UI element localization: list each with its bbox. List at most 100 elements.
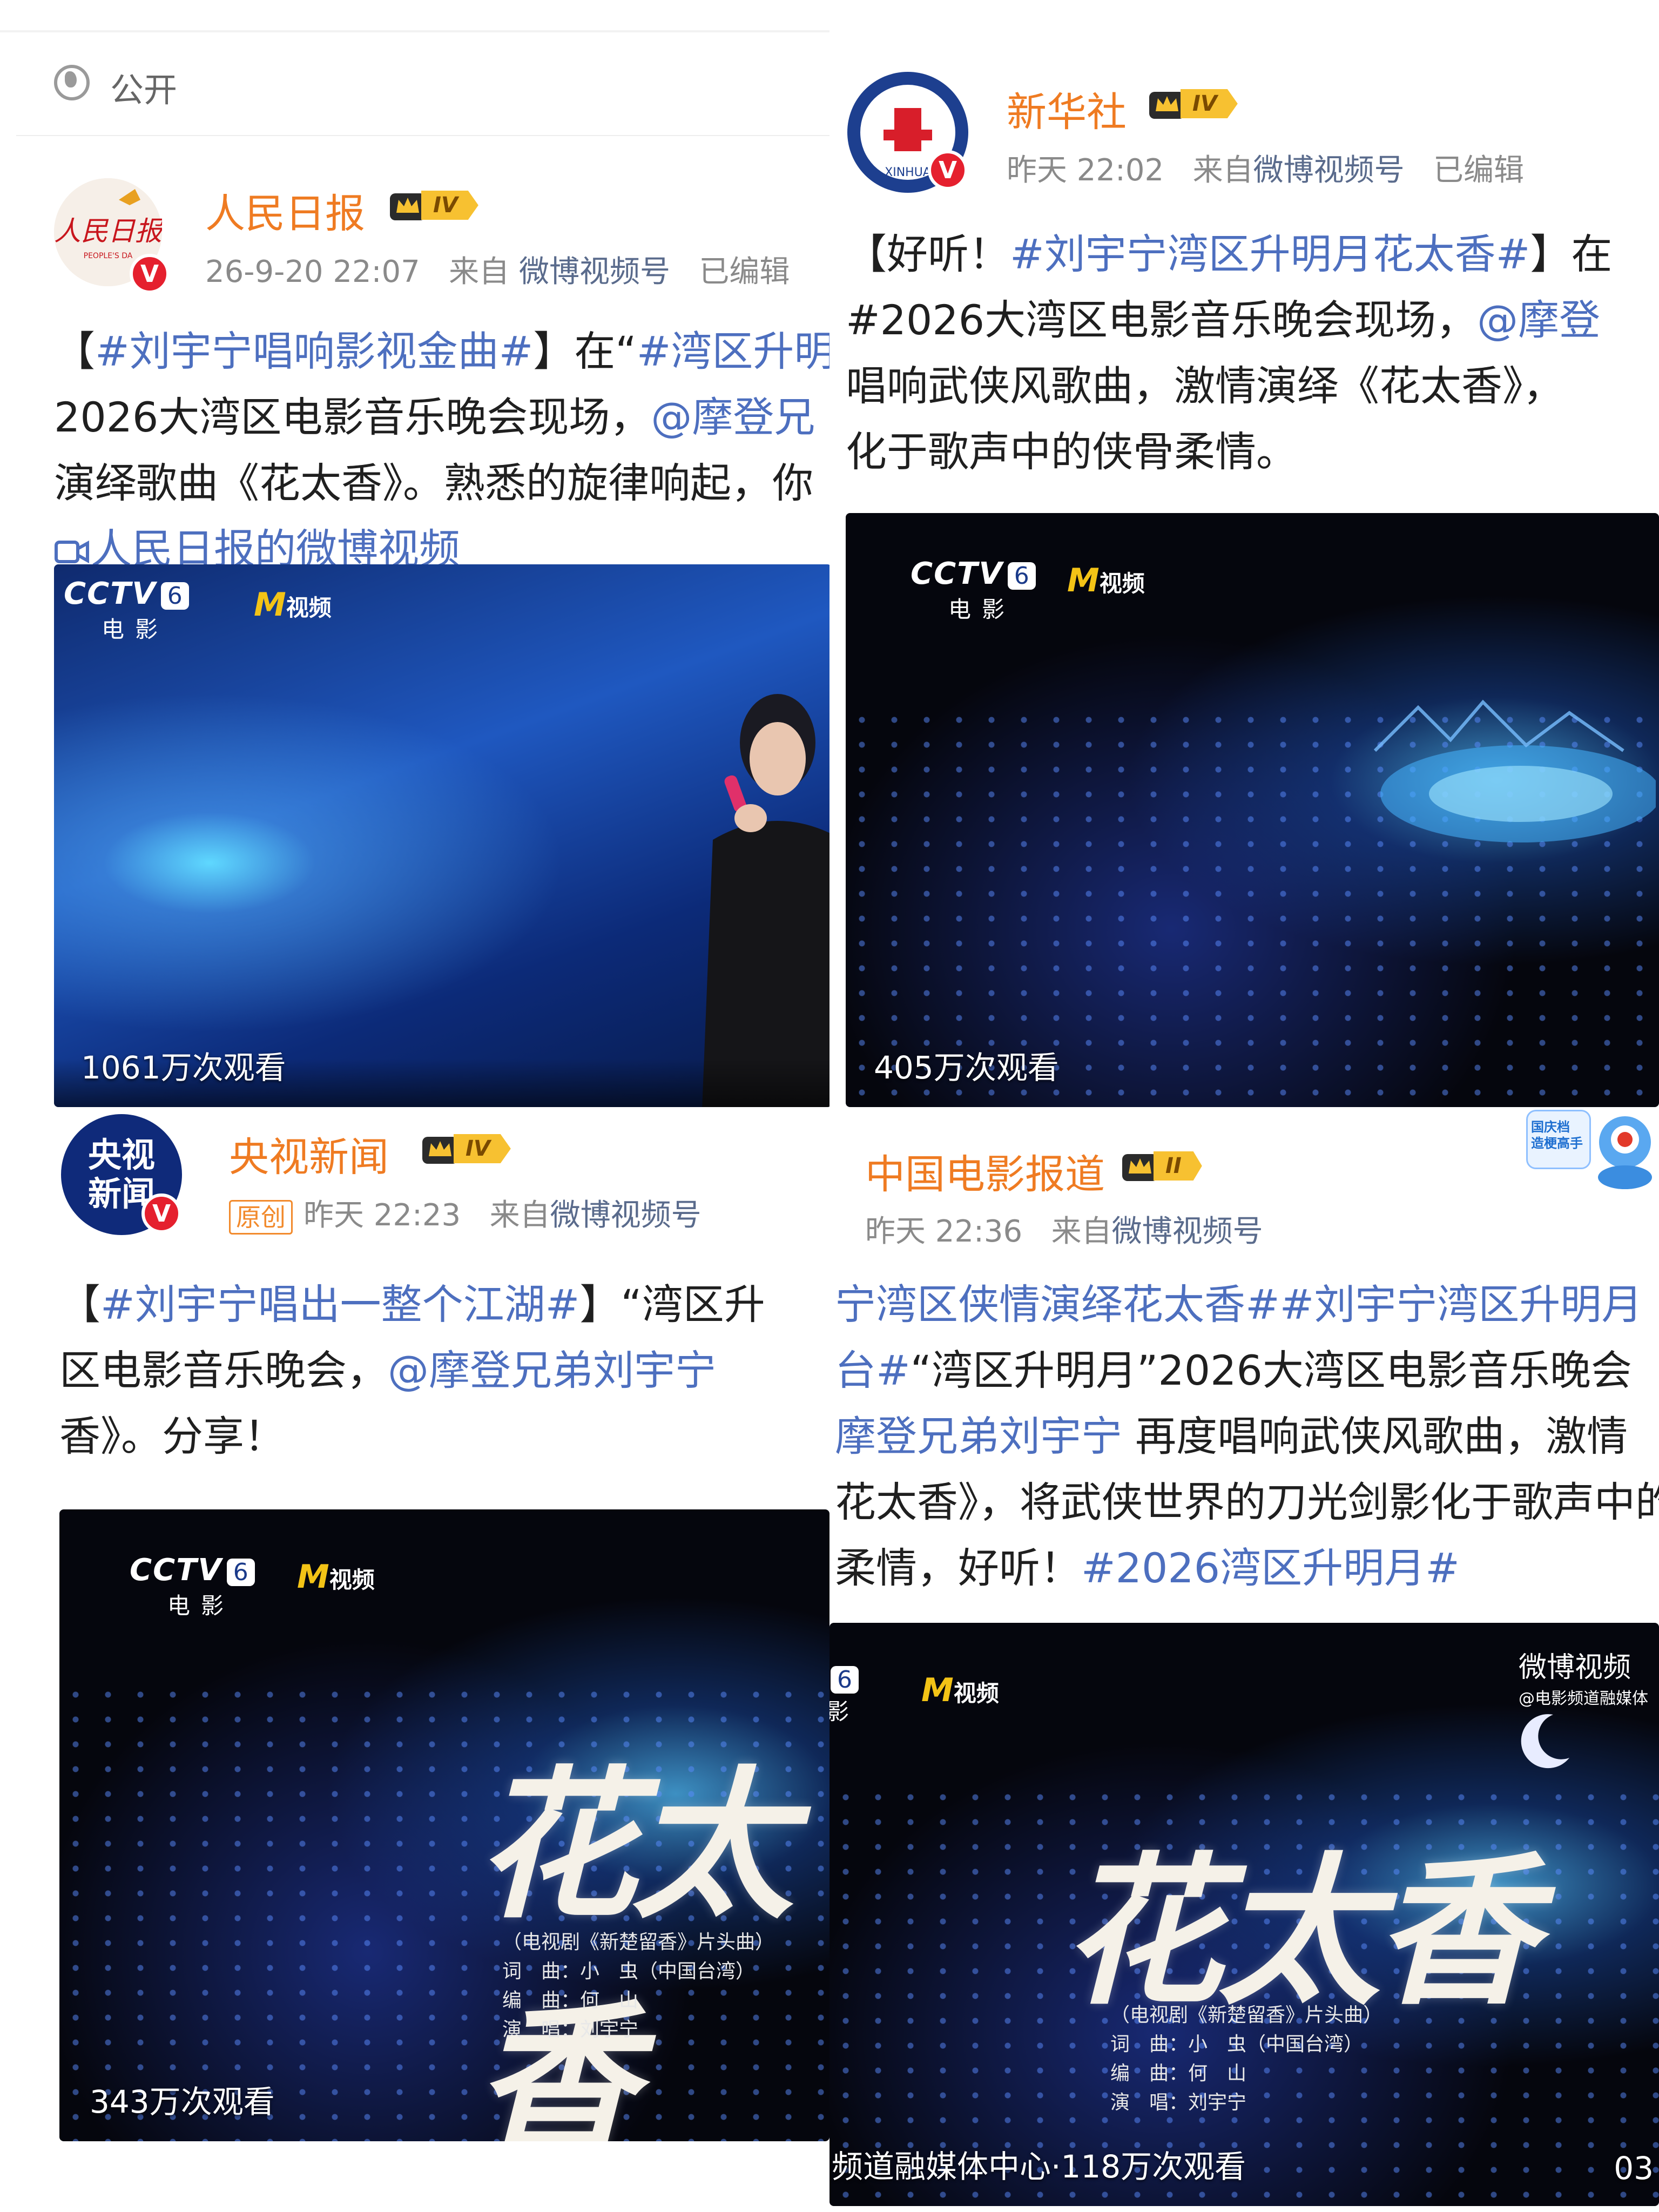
post-line: #2026大湾区电影音乐晚会现场，@摩登	[846, 296, 1601, 344]
hashtag-link[interactable]: #刘宇宁唱响影视金曲#	[95, 327, 533, 375]
mention-link[interactable]: @摩登	[1477, 296, 1600, 344]
sticker: 国庆档 造梗高手	[1526, 1110, 1659, 1191]
author-name[interactable]: 新华社	[1007, 80, 1127, 138]
post-line: 2026大湾区电影音乐晚会现场，@摩登兄	[54, 393, 815, 441]
source-link[interactable]: 微博视频号	[1253, 153, 1405, 188]
video-player[interactable]: 6 影 M视频 微博视频 @电影频道融媒体 花太香 （电视剧《新楚留香》片头曲）…	[830, 1623, 1659, 2206]
vip-badge: IV	[1148, 86, 1238, 121]
view-count: 频道融媒体中心·118万次观看	[832, 2148, 1246, 2185]
post-line: 花太香》，将武侠世界的刀光剑影化于歌声中的	[835, 1478, 1659, 1526]
video-player[interactable]: CCTV 6 电影 M视频 405万次观看	[846, 513, 1659, 1107]
avatar[interactable]: XINHUA V	[846, 70, 970, 194]
source-link[interactable]: 微博视频号	[519, 254, 670, 289]
cctv-logo: 6 影	[830, 1666, 860, 1725]
post-line: 【#刘宇宁唱响影视金曲#】在“#湾区升明	[54, 319, 830, 385]
hashtag-link[interactable]: 宁湾区侠情演绎花太香##刘宇宁湾区升明月	[835, 1272, 1659, 1338]
post-text: 【#刘宇宁唱出一整个江湖#】“湾区升 区电影音乐晚会，@摩登兄弟刘宇宁 香》。分…	[59, 1272, 765, 1469]
post-time: 昨天 22:36	[865, 1214, 1023, 1249]
cctv-logo: CCTV 6 电影	[130, 1553, 255, 1621]
post-line: 【好听！#刘宇宁湾区升明月花太香#】在	[846, 230, 1613, 278]
post-time: 昨天 22:02	[1007, 153, 1164, 188]
author-name[interactable]: 央视新闻	[229, 1125, 389, 1183]
m-video-logo: M视频	[297, 1558, 375, 1596]
singer-figure	[702, 694, 830, 1107]
view-count: 343万次观看	[90, 2083, 275, 2120]
original-badge: 原创	[229, 1199, 293, 1235]
mention-link[interactable]: @摩登兄	[651, 393, 815, 441]
post-line: 区电影音乐晚会，@摩登兄弟刘宇宁	[59, 1346, 716, 1394]
vip-badge: IV	[389, 188, 478, 222]
collage: 公开 人民日报 PEOPLE'S DA V 人民日报 IV 26-9-20 22…	[0, 0, 1659, 2212]
post-meta: 原创 昨天 22:23 来自微博视频号	[229, 1191, 702, 1235]
post-text: 宁湾区侠情演绎花太香##刘宇宁湾区升明月 台#“湾区升明月”2026大湾区电影音…	[835, 1272, 1659, 1601]
m-video-logo: M视频	[921, 1671, 999, 1709]
divider	[0, 30, 830, 32]
edited-label: 已编辑	[699, 254, 790, 289]
post-line: 柔情，好听！#2026湾区升明月#	[835, 1544, 1460, 1592]
post-meta: 昨天 22:36 来自微博视频号	[865, 1207, 1263, 1251]
mention-link[interactable]: @摩登兄弟刘宇宁	[388, 1346, 716, 1394]
cctv-logo: CCTV 6 电影	[64, 576, 189, 644]
vip-level: IV	[454, 1134, 511, 1163]
avatar[interactable]: 央视 新闻 V	[59, 1112, 184, 1237]
post-card-china-film-report[interactable]: 中国电影报道 II 国庆档 造梗高手 昨天 22:36 来自微博视频号 宁湾区侠…	[830, 1110, 1659, 2212]
crown-icon	[422, 1137, 458, 1164]
crown-icon	[1122, 1154, 1158, 1181]
mention-link[interactable]: 摩登兄弟刘宇宁	[835, 1412, 1122, 1460]
source-link[interactable]: 微博视频号	[1112, 1214, 1263, 1249]
verified-icon: V	[928, 150, 968, 190]
author-name[interactable]: 中国电影报道	[865, 1142, 1105, 1200]
m-video-logo: M视频	[254, 586, 332, 624]
post-text: 【好听！#刘宇宁湾区升明月花太香#】在 #2026大湾区电影音乐晚会现场，@摩登…	[846, 221, 1612, 485]
verified-icon: V	[130, 254, 170, 294]
post-card-cctv-news[interactable]: 央视 新闻 V 央视新闻 IV 原创 昨天 22:23 来自微博视频号 【#刘宇宁…	[0, 1110, 830, 2212]
hashtag-link[interactable]: 台#	[835, 1346, 911, 1394]
stage-graphic	[1373, 699, 1656, 842]
crescent-moon-icon	[1521, 1714, 1569, 1769]
author-name[interactable]: 人民日报	[205, 181, 365, 239]
m-video-logo: M视频	[1067, 562, 1145, 599]
avatar[interactable]: 人民日报 PEOPLE'S DA V	[54, 178, 170, 294]
song-credits: （电视剧《新楚留香》片头曲） 词 曲：小 虫（中国台湾） 编 曲：何 山 演 唱…	[502, 1931, 775, 2041]
divider	[16, 135, 830, 136]
post-text: 【#刘宇宁唱响影视金曲#】在“#湾区升明 2026大湾区电影音乐晚会现场，@摩登…	[54, 319, 830, 582]
vip-badge: II	[1121, 1149, 1202, 1183]
post-line: 台#“湾区升明月”2026大湾区电影音乐晚会	[835, 1346, 1632, 1394]
post-card-xinhua[interactable]: XINHUA V 新华社 IV 昨天 22:02 来自微博视频号 已编辑 【好听…	[830, 0, 1659, 1110]
view-count: 1061万次观看	[81, 1049, 286, 1086]
source-prefix: 来自	[1192, 153, 1253, 188]
svg-text:PEOPLE'S DA: PEOPLE'S DA	[84, 252, 133, 260]
post-line: 【#刘宇宁唱出一整个江湖#】“湾区升	[59, 1280, 765, 1328]
hashtag-link[interactable]: #湾区升明	[637, 327, 830, 375]
weibo-video-watermark: 微博视频 @电影频道融媒体	[1519, 1651, 1648, 1708]
cctv-logo: CCTV 6 电影	[911, 556, 1036, 624]
video-timestamp: 03	[1614, 2150, 1654, 2187]
svg-text:人民日报: 人民日报	[54, 215, 162, 247]
crown-icon	[1149, 92, 1185, 119]
post-time: 昨天 22:23	[304, 1198, 461, 1233]
cartoon-mascot-icon	[1598, 1116, 1652, 1189]
song-credits: （电视剧《新楚留香》片头曲） 词 曲：小 虫（中国台湾） 编 曲：何 山 演 唱…	[1110, 2004, 1383, 2114]
post-time: 26-9-20 22:07	[205, 254, 420, 289]
post-meta: 26-9-20 22:07 来自 微博视频号 已编辑	[205, 247, 790, 291]
post-line: 演绎歌曲《花太香》。熟悉的旋律响起，你	[54, 459, 813, 507]
song-title-art: 花太香	[1062, 1836, 1537, 2027]
hashtag-link[interactable]: #刘宇宁湾区升明月花太香#	[1010, 230, 1530, 278]
post-meta: 昨天 22:02 来自微博视频号 已编辑	[1007, 146, 1524, 190]
hashtag-link[interactable]: #刘宇宁唱出一整个江湖#	[100, 1280, 579, 1328]
vip-badge: IV	[421, 1131, 511, 1166]
crown-icon	[390, 193, 426, 220]
verified-icon: V	[141, 1193, 181, 1233]
visibility-label: 公开	[110, 70, 178, 110]
source-prefix: 来自	[489, 1198, 550, 1233]
video-player[interactable]: CCTV 6 电影 M视频 花太香 （电视剧《新楚留香》片头曲） 词 曲：小 虫（…	[59, 1509, 830, 2141]
svg-text:央视: 央视	[88, 1135, 155, 1175]
post-line: 摩登兄弟刘宇宁 再度唱响武侠风歌曲，激情	[835, 1412, 1628, 1460]
source-prefix: 来自	[449, 254, 510, 289]
source-link[interactable]: 微博视频号	[550, 1198, 702, 1233]
video-camera-icon	[55, 540, 89, 564]
post-card-peoples-daily[interactable]: 公开 人民日报 PEOPLE'S DA V 人民日报 IV 26-9-20 22…	[0, 0, 830, 1110]
post-line: 唱响武侠风歌曲，激情演绎《花太香》，	[846, 362, 1564, 410]
video-player[interactable]: CCTV 6 电影 M视频 1061万次观看	[54, 564, 830, 1107]
hashtag-link[interactable]: #2026湾区升明月#	[1081, 1544, 1460, 1592]
